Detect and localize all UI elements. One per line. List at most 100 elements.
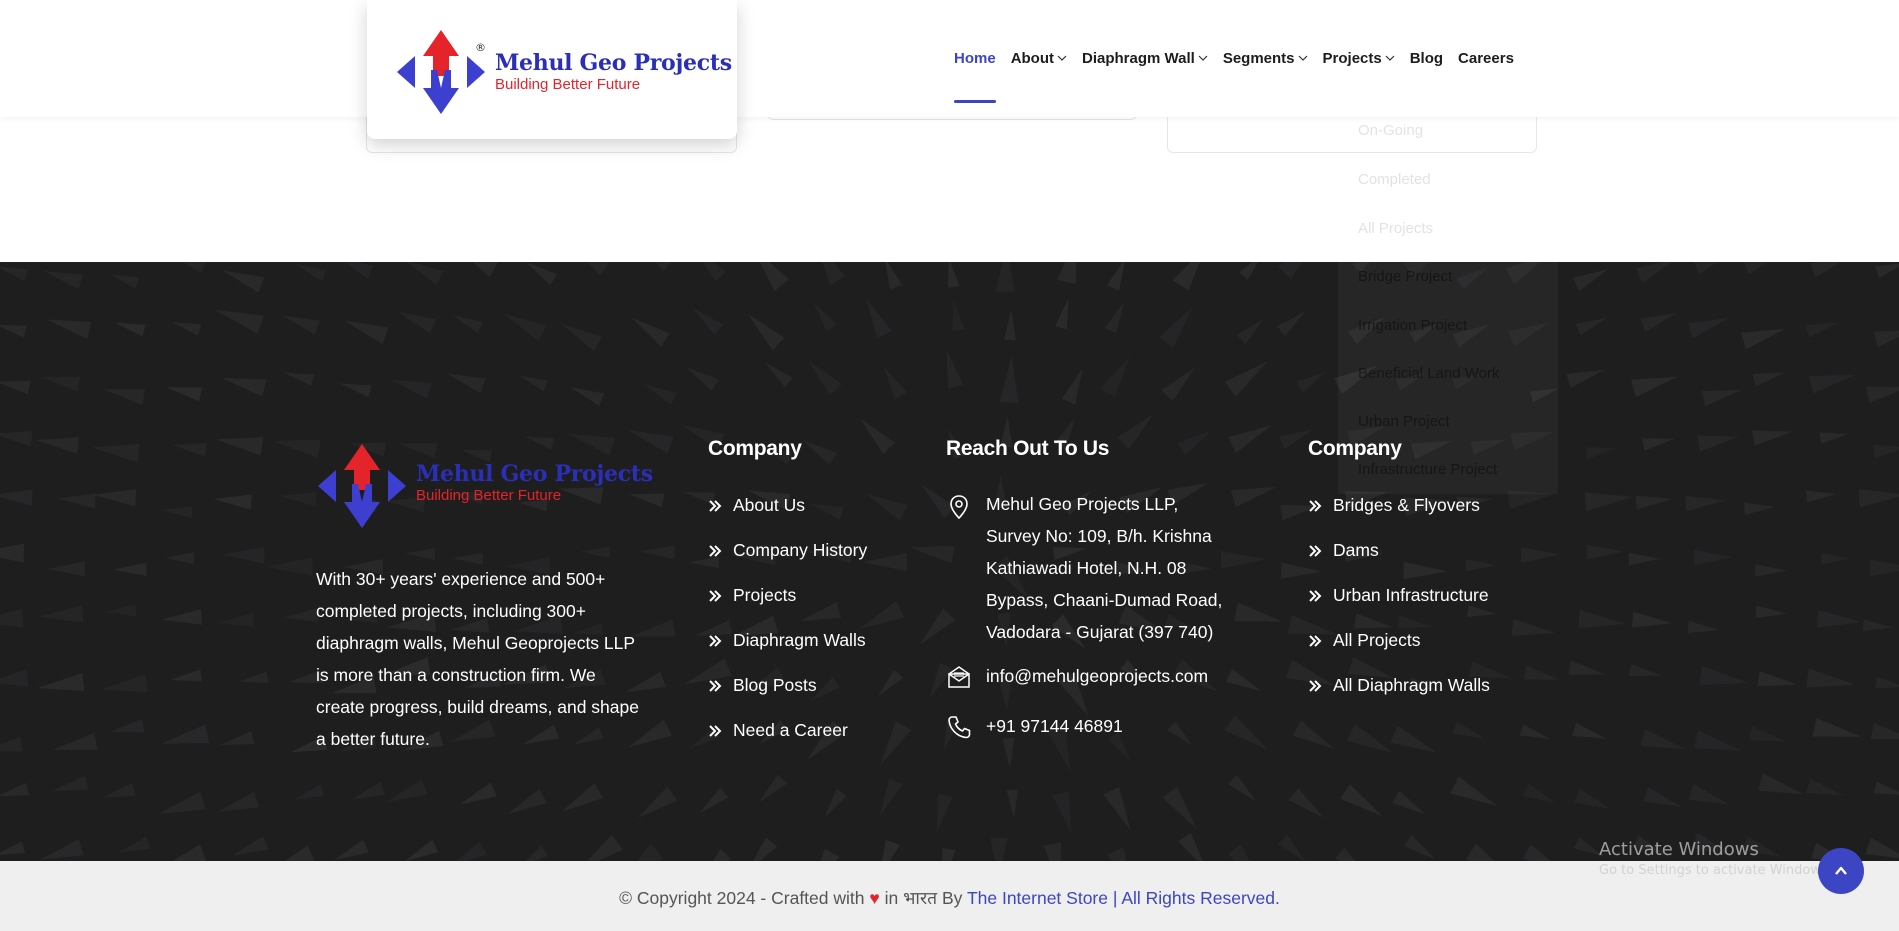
pattern-triangle — [879, 778, 903, 816]
pattern-triangle — [631, 317, 670, 347]
footer-link-label: Urban Infrastructure — [1333, 585, 1489, 605]
pattern-triangle — [109, 718, 145, 733]
pattern-triangle — [936, 793, 953, 832]
pattern-triangle — [1812, 717, 1862, 737]
pattern-triangle — [0, 841, 25, 856]
chevron-down-icon — [1385, 55, 1395, 61]
double-chevron-right-icon — [709, 724, 722, 737]
pattern-triangle — [1643, 786, 1682, 807]
pattern-triangle — [1640, 312, 1677, 332]
dropdown-item-completed[interactable]: Completed — [1358, 171, 1431, 188]
pattern-triangle — [282, 315, 320, 335]
pattern-triangle — [1573, 268, 1609, 292]
pattern-triangle — [1523, 665, 1560, 680]
pattern-triangle — [221, 377, 267, 397]
pattern-triangle — [1574, 788, 1612, 810]
pattern-triangle — [1055, 298, 1069, 330]
chevron-up-icon — [1835, 866, 1847, 875]
phone-link[interactable]: +91 97144 46891 — [986, 710, 1123, 742]
footer-link-company-history[interactable]: Company History — [708, 528, 867, 573]
pattern-triangle — [1816, 610, 1863, 628]
contact-phone[interactable]: +91 97144 46891 — [946, 710, 1123, 742]
dropdown-item-infrastructure-project[interactable]: Infrastructure Project — [1358, 461, 1497, 478]
pattern-triangle — [1052, 791, 1072, 835]
dropdown-item-urban-project[interactable]: Urban Project — [1358, 413, 1450, 430]
pattern-triangle — [343, 320, 389, 345]
footer-link-blog-posts[interactable]: Blog Posts — [708, 663, 867, 708]
pattern-triangle — [866, 298, 892, 339]
double-chevron-right-icon — [709, 589, 722, 602]
footer-link-projects[interactable]: Projects — [708, 573, 867, 618]
pattern-triangle — [164, 552, 195, 564]
nav-about[interactable]: About — [1011, 50, 1067, 67]
pattern-triangle — [1225, 668, 1262, 692]
dropdown-item-bridge-project[interactable]: Bridge Project — [1358, 268, 1452, 285]
pattern-triangle — [1584, 492, 1633, 512]
location-pin-icon — [950, 495, 968, 520]
pattern-triangle — [266, 557, 313, 576]
footer-link-diaphragm-walls[interactable]: Diaphragm Walls — [708, 618, 867, 663]
pattern-triangle — [1390, 725, 1437, 753]
nav-careers[interactable]: Careers — [1458, 50, 1514, 67]
nav-diaphragm-wall[interactable]: Diaphragm Wall — [1082, 50, 1208, 67]
pattern-triangle — [1100, 356, 1131, 398]
pattern-triangle — [1161, 367, 1195, 402]
pattern-triangle — [686, 367, 719, 392]
double-chevron-right-icon — [1309, 634, 1322, 647]
header-logo[interactable]: ® Mehul Geo Projects Building Better Fut… — [395, 28, 732, 116]
pattern-triangle — [1224, 715, 1269, 750]
pattern-triangle — [712, 848, 731, 861]
pattern-triangle — [390, 379, 432, 399]
pattern-triangle — [404, 548, 436, 561]
footer-logo[interactable]: Mehul Geo Projects Building Better Futur… — [316, 442, 653, 530]
footer-link-bridges-flyovers[interactable]: Bridges & Flyovers — [1308, 483, 1490, 528]
pattern-triangle — [1288, 788, 1324, 818]
footer-link-need-a-career[interactable]: Need a Career — [708, 708, 867, 753]
footer-link-all-projects[interactable]: All Projects — [1308, 618, 1490, 663]
rights-link[interactable]: All Rights Reserved. — [1121, 888, 1280, 908]
dropdown-item-irrigation-project[interactable]: Irrigation Project — [1358, 317, 1467, 334]
pattern-triangle — [1809, 375, 1855, 394]
pattern-triangle — [293, 784, 325, 800]
footer-link-all-diaphragm-walls[interactable]: All Diaphragm Walls — [1308, 663, 1490, 708]
footer-link-dams[interactable]: Dams — [1308, 528, 1490, 573]
pattern-triangle — [882, 839, 900, 861]
logo-text: Mehul Geo Projects Building Better Futur… — [495, 50, 732, 94]
pattern-triangle — [1694, 549, 1733, 566]
pattern-triangle — [1236, 318, 1265, 345]
email-link[interactable]: info@mehulgeoprojects.com — [986, 660, 1208, 692]
pattern-triangle — [0, 324, 27, 338]
logo-text: Mehul Geo Projects Building Better Futur… — [416, 461, 653, 505]
nav-blog[interactable]: Blog — [1410, 50, 1443, 67]
pattern-triangle — [161, 506, 193, 519]
contact-email[interactable]: info@mehulgeoprojects.com — [946, 660, 1208, 692]
pattern-triangle — [1701, 389, 1742, 407]
pattern-triangle — [1511, 619, 1556, 636]
footer-link-urban-infrastructure[interactable]: Urban Infrastructure — [1308, 573, 1490, 618]
double-chevron-right-icon — [1309, 679, 1322, 692]
nav-home[interactable]: Home — [954, 50, 996, 103]
footer-link-about-us[interactable]: About Us — [708, 483, 867, 528]
dropdown-item-all-projects[interactable]: All Projects — [1358, 220, 1433, 237]
pattern-triangle — [1688, 317, 1729, 339]
pattern-triangle — [885, 262, 903, 290]
footer-link-label: All Projects — [1333, 630, 1421, 650]
back-to-top-button[interactable] — [1818, 848, 1864, 894]
pattern-triangle — [172, 844, 207, 861]
pattern-triangle — [1228, 425, 1272, 453]
nav-segments[interactable]: Segments — [1223, 50, 1308, 67]
pattern-triangle — [637, 786, 678, 819]
pattern-triangle — [587, 834, 623, 861]
nav-projects[interactable]: Projects — [1323, 50, 1395, 67]
pattern-triangle — [1688, 784, 1730, 805]
pattern-triangle — [1177, 430, 1212, 456]
heart-icon: ♥ — [869, 888, 880, 908]
dropdown-item-beneficial-land-work[interactable]: Beneficial Land Work — [1358, 365, 1499, 382]
pattern-triangle — [525, 845, 548, 861]
pattern-triangle — [170, 669, 203, 682]
pattern-triangle — [41, 376, 81, 392]
pattern-triangle — [692, 308, 724, 335]
dropdown-item-ongoing[interactable]: On-Going — [1358, 122, 1423, 139]
pattern-triangle — [1278, 262, 1303, 280]
agency-link[interactable]: The Internet Store — [967, 888, 1108, 908]
